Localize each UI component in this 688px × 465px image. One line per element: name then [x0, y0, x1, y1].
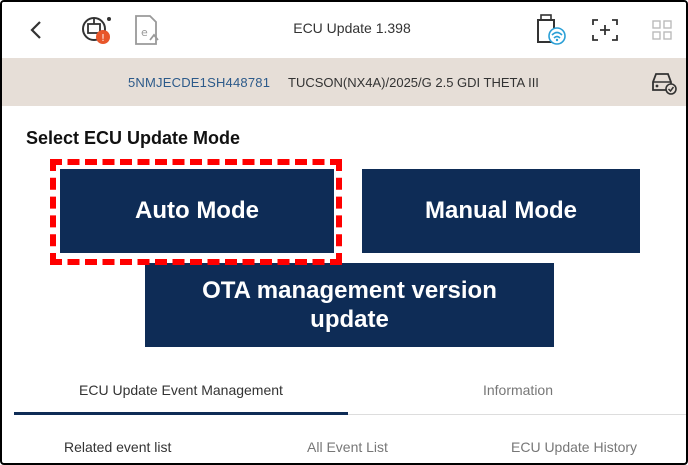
vin-number: 5NMJECDE1SH448781 — [128, 75, 271, 90]
tab-ecu-update-event-management[interactable]: ECU Update Event Management — [14, 382, 348, 398]
vci-wireless-icon[interactable] — [530, 12, 570, 48]
back-chevron-icon[interactable] — [22, 16, 50, 44]
ecu-document-upload-icon[interactable]: e — [130, 12, 164, 48]
manual-mode-button[interactable]: Manual Mode — [362, 169, 640, 253]
active-tab-indicator — [14, 412, 348, 415]
auto-mode-button[interactable]: Auto Mode — [60, 169, 334, 253]
subtab-ecu-update-history[interactable]: ECU Update History — [511, 439, 637, 455]
vehicle-model: TUCSON(NX4A)/2025/G 2.5 GDI THETA III — [288, 75, 539, 90]
top-bar: ! e ECU Update 1.398 — [2, 2, 686, 58]
ota-management-button[interactable]: OTA management version update — [145, 263, 554, 347]
grid-menu-icon[interactable] — [648, 16, 676, 44]
svg-text:!: ! — [101, 33, 105, 44]
screen-capture-icon[interactable] — [588, 14, 622, 46]
svg-text:e: e — [141, 26, 148, 39]
vehicle-info-bar: 5NMJECDE1SH448781 TUCSON(NX4A)/2025/G 2.… — [2, 58, 686, 106]
car-check-icon[interactable] — [648, 68, 678, 96]
tab-information[interactable]: Information — [350, 382, 686, 398]
subtab-related-event-list[interactable]: Related event list — [64, 439, 171, 455]
window-title: ECU Update 1.398 — [293, 20, 411, 36]
app-window: ! e ECU Update 1.398 5NMJECDE1SH448781 T… — [0, 0, 688, 465]
subtab-all-event-list[interactable]: All Event List — [307, 439, 388, 455]
page-heading: Select ECU Update Mode — [26, 128, 241, 148]
engine-warning-icon[interactable]: ! — [76, 12, 116, 48]
